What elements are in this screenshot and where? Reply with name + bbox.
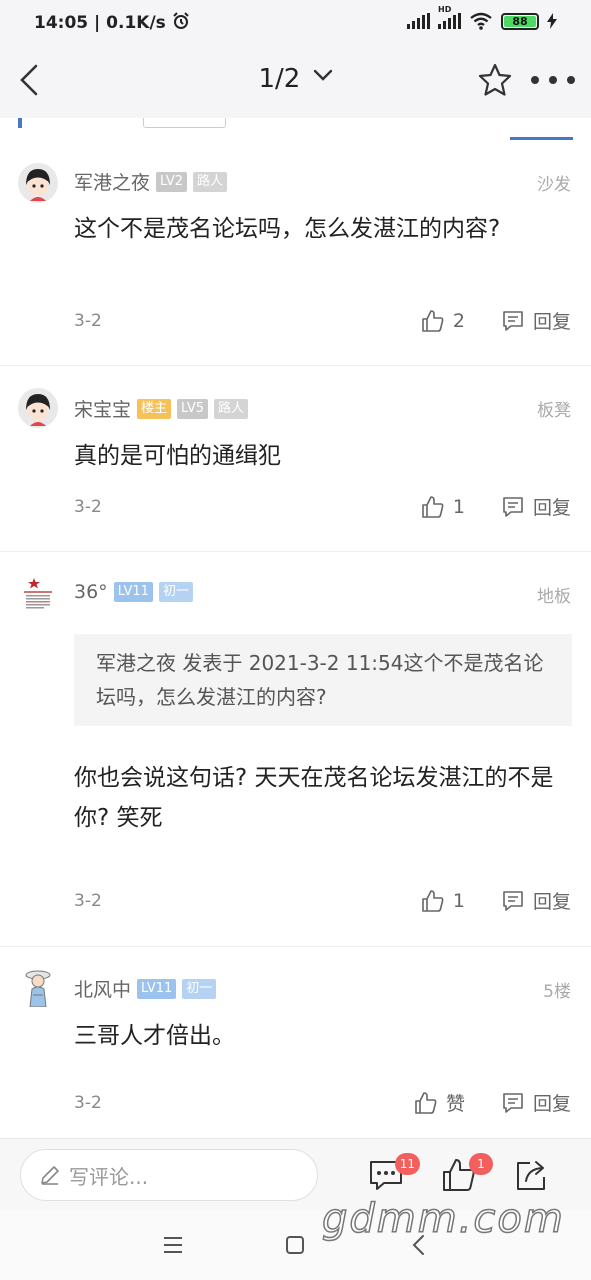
wifi-icon	[470, 12, 492, 30]
comment-actions: 1 回复	[421, 493, 571, 520]
like-button[interactable]: 赞	[414, 1089, 465, 1116]
nav-bar: 1/2	[0, 44, 591, 118]
status-indicators: HD 88	[407, 5, 557, 30]
thumbs-up-icon	[415, 1091, 437, 1114]
rank-badge: 路人	[193, 171, 228, 192]
author-name[interactable]: 军港之夜	[74, 168, 150, 195]
comment-actions: 2 回复	[421, 307, 571, 334]
floor-label: 沙发	[537, 175, 571, 195]
reply-bubble-icon	[503, 890, 523, 911]
comment-date: 3-2	[74, 497, 102, 517]
pencil-icon	[41, 1166, 59, 1185]
comment-text: 你也会说这句话? 天天在茂名论坛发湛江的不是你? 笑死	[74, 765, 554, 831]
avatar[interactable]	[18, 388, 58, 428]
battery-icon: 88	[501, 12, 539, 30]
author-name[interactable]: 北风中	[74, 975, 131, 1002]
thumbs-up-icon	[422, 309, 444, 332]
alarm-icon	[173, 12, 189, 29]
comment-item: 宋宝宝 楼主 LV5 路人 板凳 真的是可怕的通缉犯 3-2 1 回复	[0, 366, 591, 552]
chevron-down-icon	[313, 69, 332, 81]
rank-badge: 初一	[182, 978, 217, 999]
filter-dropdown[interactable]	[143, 118, 226, 128]
author-row: 36° LV11 初一	[74, 581, 193, 603]
reply-button[interactable]: 回复	[501, 1089, 571, 1116]
comment-input[interactable]: 写评论...	[20, 1149, 318, 1201]
reply-button[interactable]: 回复	[501, 887, 571, 914]
filter-row	[0, 118, 591, 144]
like-post-button[interactable]: 1	[441, 1153, 493, 1193]
avatar[interactable]	[18, 574, 58, 614]
like-label: 赞	[445, 1093, 465, 1115]
reply-label: 回复	[532, 497, 571, 519]
quoted-comment[interactable]: 军港之夜 发表于 2021-3-2 11:54这个不是茂名论坛吗，怎么发湛江的内…	[74, 634, 572, 726]
charging-icon	[547, 13, 557, 29]
like-button[interactable]: 1	[421, 889, 465, 913]
level-badge: LV11	[113, 582, 153, 602]
like-count: 1	[452, 889, 465, 912]
reply-label: 回复	[532, 891, 571, 913]
like-button[interactable]: 1	[421, 495, 465, 519]
thumbs-up-icon	[422, 495, 444, 518]
watermark: gdmm.com	[321, 1195, 565, 1243]
comment-text: 这个不是茂名论坛吗，怎么发湛江的内容?	[74, 216, 501, 242]
level-badge: LV2	[156, 171, 187, 192]
reply-label: 回复	[532, 1093, 571, 1115]
comment-date: 3-2	[74, 1093, 102, 1113]
avatar[interactable]	[18, 163, 58, 203]
star-icon[interactable]	[477, 62, 513, 98]
author-name[interactable]: 宋宝宝	[74, 395, 131, 422]
reply-button[interactable]: 回复	[501, 493, 571, 520]
level-badge: LV5	[177, 398, 209, 419]
active-tab-underline	[510, 137, 573, 140]
comment-date: 3-2	[74, 891, 102, 911]
reply-bubble-icon	[503, 496, 523, 517]
comments-count-badge: 11	[394, 1153, 420, 1175]
home-icon[interactable]	[282, 1232, 308, 1258]
floor-label: 5楼	[543, 982, 571, 1002]
share-icon	[517, 1161, 545, 1190]
page-indicator: 1/2	[258, 64, 301, 94]
thumbs-up-icon	[422, 889, 444, 912]
author-row: 军港之夜 LV2 路人	[74, 168, 228, 195]
rank-badge: 初一	[158, 582, 193, 602]
owner-badge: 楼主	[137, 398, 172, 419]
comment-actions: 赞 回复	[414, 1089, 571, 1116]
share-button[interactable]	[514, 1157, 550, 1193]
like-count: 1	[452, 495, 465, 518]
avatar[interactable]	[18, 967, 58, 1007]
comment-text: 三哥人才倍出。	[74, 1023, 235, 1049]
comment-date: 3-2	[74, 311, 102, 331]
author-row: 北风中 LV11 初一	[74, 975, 217, 1002]
comment-actions: 1 回复	[421, 887, 571, 914]
status-bar: 14:05 | 0.1K/s HD 88	[0, 0, 591, 44]
menu-icon[interactable]	[160, 1232, 186, 1258]
comment-text: 真的是可怕的通缉犯	[74, 443, 281, 469]
section-marker	[18, 118, 22, 128]
more-options-icon[interactable]	[531, 66, 575, 94]
comment-placeholder: 写评论...	[69, 1164, 149, 1189]
comments-button[interactable]: 11	[368, 1153, 420, 1193]
like-button[interactable]: 2	[421, 309, 465, 333]
hd-signal-icon: HD	[438, 5, 461, 29]
like-count: 2	[452, 309, 465, 332]
reply-bubble-icon	[503, 310, 523, 331]
level-badge: LV11	[137, 978, 177, 999]
author-row: 宋宝宝 楼主 LV5 路人	[74, 395, 249, 422]
author-name[interactable]: 36°	[74, 581, 108, 603]
reply-button[interactable]: 回复	[501, 307, 571, 334]
reply-bubble-icon	[503, 1092, 523, 1113]
status-time: 14:05 | 0.1K/s	[34, 12, 190, 33]
rank-badge: 路人	[214, 398, 249, 419]
comment-item: 军港之夜 LV2 路人 沙发 这个不是茂名论坛吗，怎么发湛江的内容? 3-2 2…	[0, 144, 591, 366]
floor-label: 板凳	[537, 401, 571, 421]
signal-icon	[407, 13, 430, 29]
comment-item: 36° LV11 初一 地板 军港之夜 发表于 2021-3-2 11:54这个…	[0, 552, 591, 947]
reply-label: 回复	[532, 311, 571, 333]
likes-count-badge: 1	[469, 1153, 493, 1175]
comment-item: 北风中 LV11 初一 5楼 三哥人才倍出。 3-2 赞 回复	[0, 947, 591, 1138]
floor-label: 地板	[537, 587, 571, 607]
